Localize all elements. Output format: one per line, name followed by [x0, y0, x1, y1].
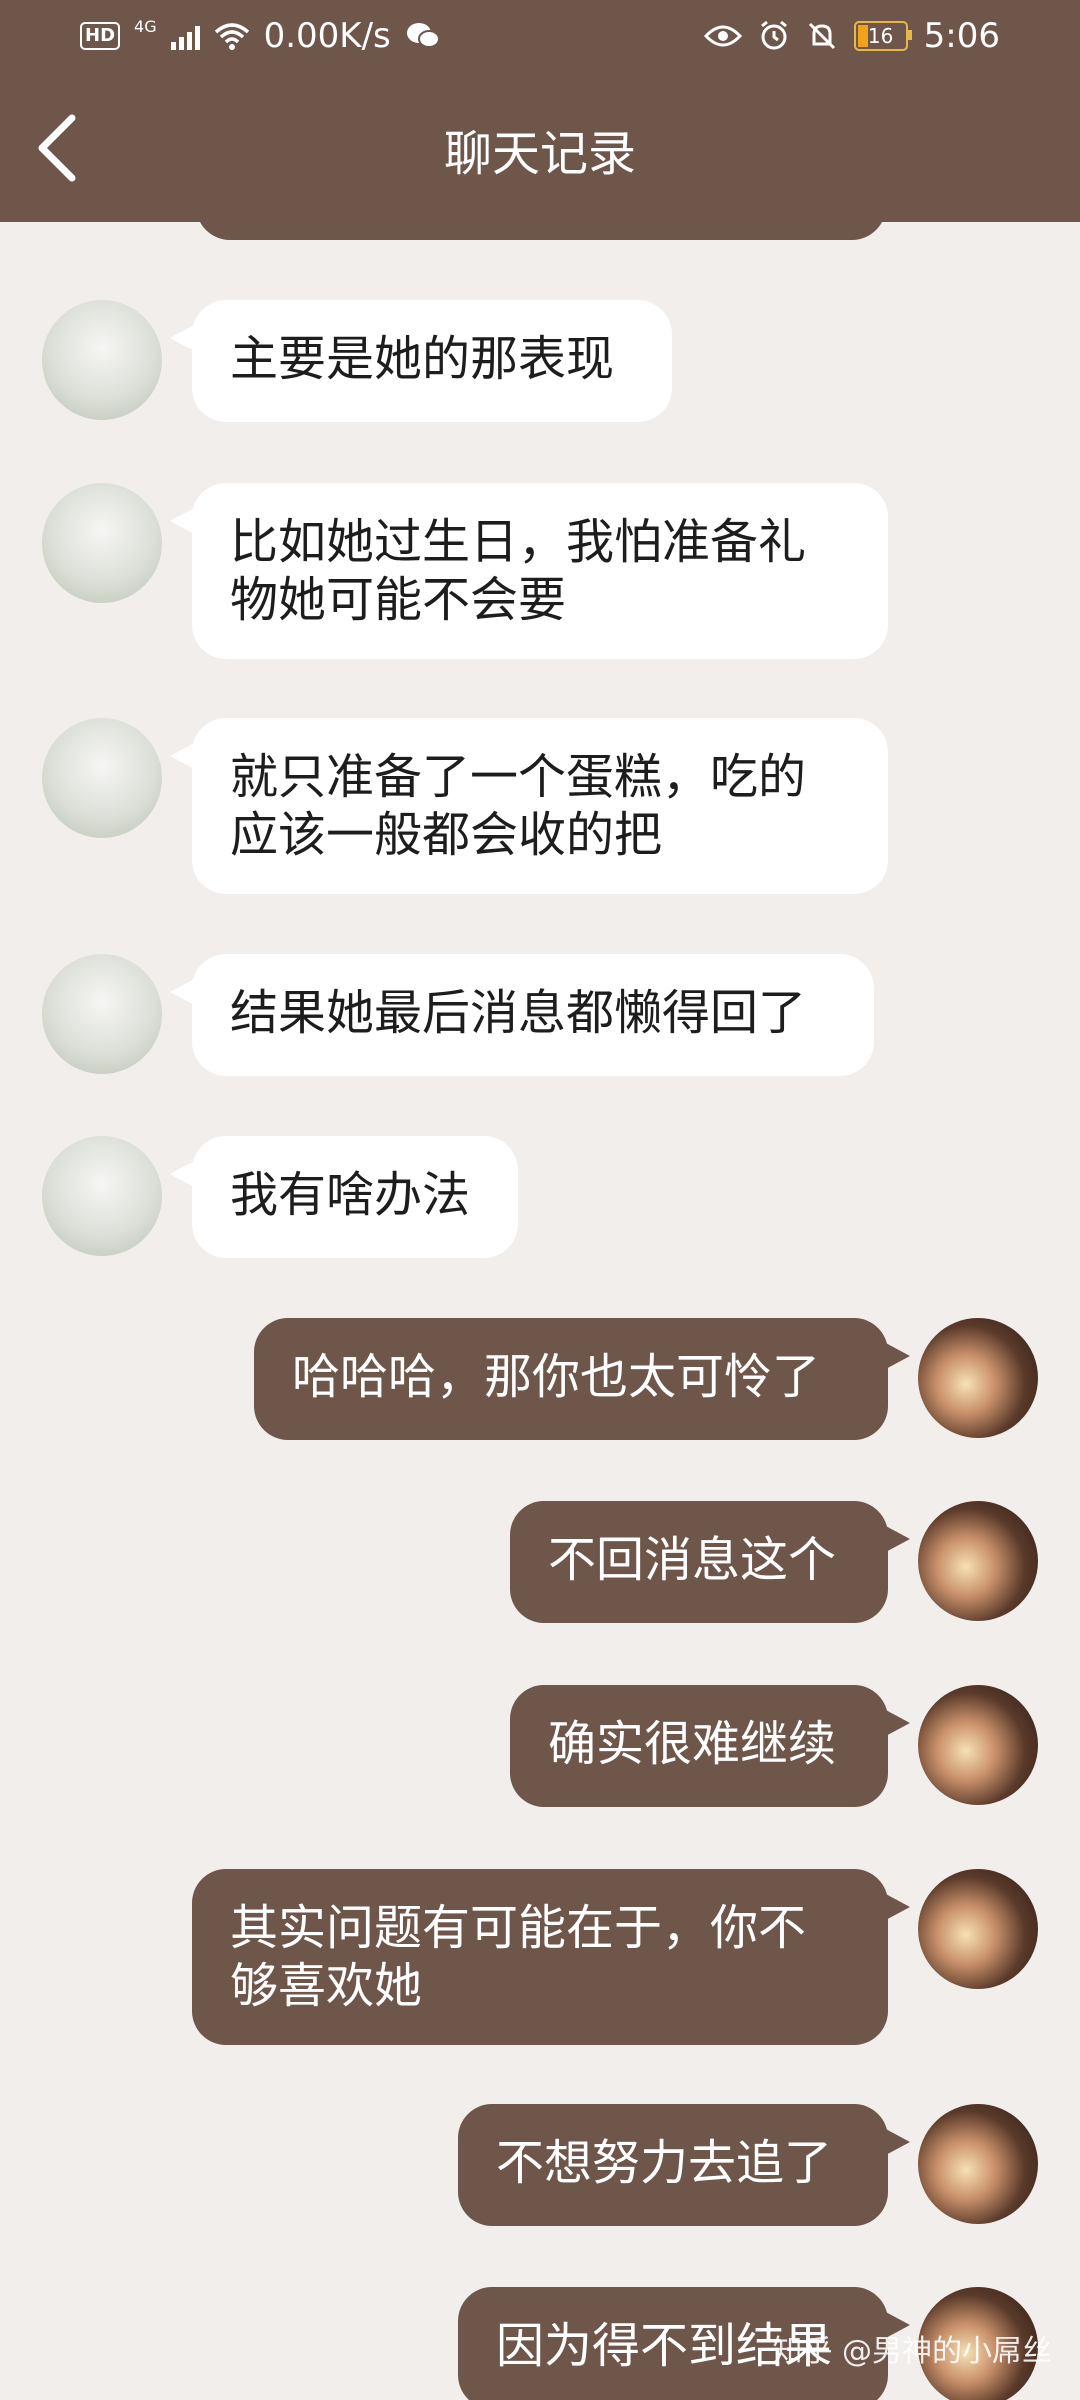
- status-bar: HD 4G 0.00K/s 16 5:06: [0, 0, 1080, 74]
- message-bubble-outgoing[interactable]: 其实问题有可能在于，你不够喜欢她: [192, 1869, 910, 2045]
- message-bubble-outgoing[interactable]: 确实很难继续: [510, 1685, 910, 1807]
- eye-icon: [703, 25, 742, 47]
- partial-message-bubble: [196, 190, 886, 240]
- message-row: 我有啥办法: [0, 1136, 1080, 1258]
- alarm-icon: [760, 20, 787, 50]
- message-row: 确实很难继续: [0, 1685, 1080, 1807]
- network-speed: 0.00K/s: [263, 16, 391, 56]
- status-left: HD 4G 0.00K/s: [80, 16, 441, 56]
- user-avatar[interactable]: [918, 1501, 1038, 1621]
- status-right: 16 5:06: [703, 16, 1000, 56]
- signal-icon: [170, 22, 200, 50]
- message-row: 结果她最后消息都懒得回了: [0, 954, 1080, 1076]
- battery-icon: 16: [853, 21, 912, 51]
- network-type: 4G: [134, 16, 157, 36]
- message-bubble-outgoing[interactable]: 不想努力去追了: [458, 2104, 910, 2226]
- battery-level: 16: [867, 24, 894, 48]
- wifi-icon: [214, 23, 249, 50]
- contact-avatar[interactable]: [42, 1136, 162, 1256]
- message-row: 哈哈哈，那你也太可怜了: [0, 1318, 1080, 1440]
- message-row: 就只准备了一个蛋糕，吃的应该一般都会收的把: [0, 718, 1080, 894]
- message-bubble-incoming[interactable]: 主要是她的那表现: [170, 300, 672, 422]
- user-avatar[interactable]: [918, 1869, 1038, 1989]
- message-row: 不回消息这个: [0, 1501, 1080, 1623]
- message-bubble-outgoing[interactable]: 哈哈哈，那你也太可怜了: [254, 1318, 910, 1440]
- mute-bell-icon: [808, 22, 835, 50]
- contact-avatar[interactable]: [42, 483, 162, 603]
- message-bubble-incoming[interactable]: 结果她最后消息都懒得回了: [170, 954, 874, 1076]
- message-bubble-outgoing[interactable]: 不回消息这个: [510, 1501, 910, 1623]
- contact-avatar[interactable]: [42, 718, 162, 838]
- message-bubble-incoming[interactable]: 比如她过生日，我怕准备礼物她可能不会要: [170, 483, 888, 659]
- watermark: 知乎 @男神的小屌丝: [772, 2334, 1052, 2369]
- message-row: 比如她过生日，我怕准备礼物她可能不会要: [0, 483, 1080, 659]
- hd-icon: HD: [80, 22, 121, 50]
- message-row: 主要是她的那表现: [0, 300, 1080, 428]
- user-avatar[interactable]: [918, 2104, 1038, 2224]
- message-row: 不想努力去追了: [0, 2104, 1080, 2226]
- message-bubble-incoming[interactable]: 就只准备了一个蛋糕，吃的应该一般都会收的把: [170, 718, 888, 894]
- user-avatar[interactable]: [918, 1318, 1038, 1438]
- page-title: 聊天记录: [443, 126, 636, 182]
- contact-avatar[interactable]: [42, 954, 162, 1074]
- wechat-icon: [406, 23, 440, 48]
- message-row: 其实问题有可能在于，你不够喜欢她: [0, 1869, 1080, 2045]
- contact-avatar[interactable]: [42, 300, 162, 420]
- user-avatar[interactable]: [918, 1685, 1038, 1805]
- message-bubble-incoming[interactable]: 我有啥办法: [170, 1136, 518, 1258]
- clock: 5:06: [923, 16, 1000, 56]
